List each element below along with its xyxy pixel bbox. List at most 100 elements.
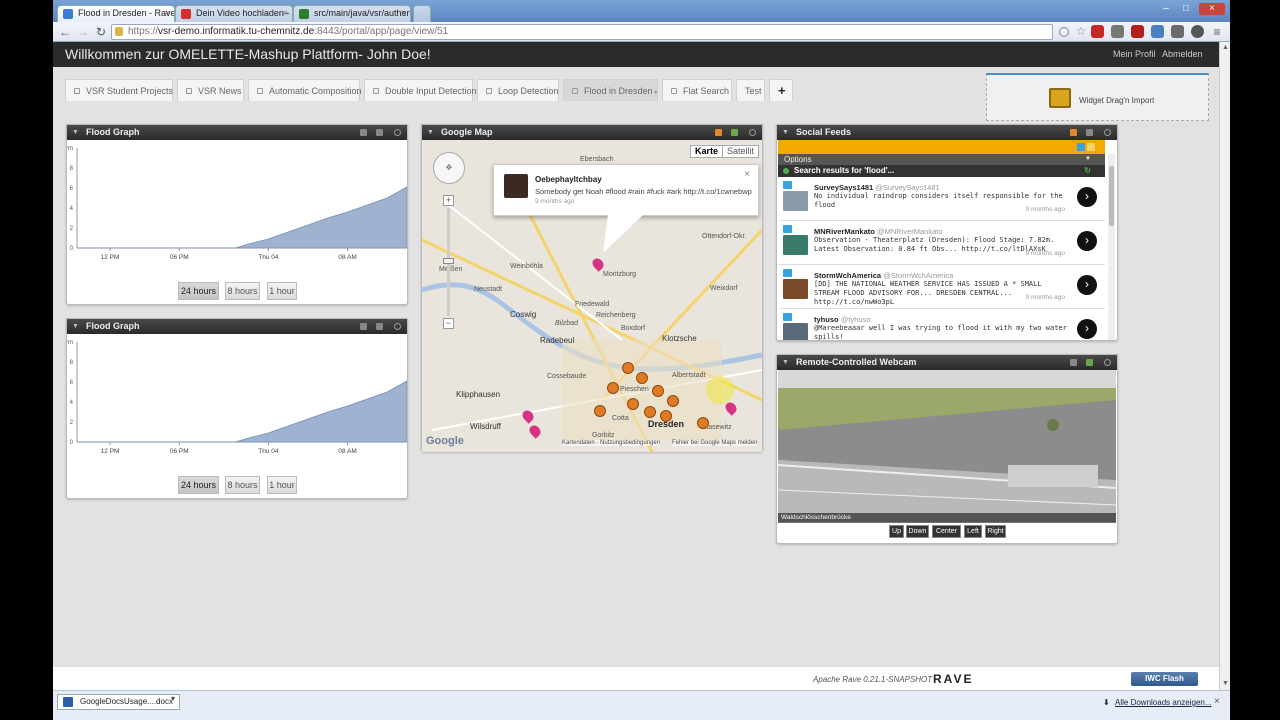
widget-header[interactable]: ▼ Remote-Controlled Webcam (777, 355, 1117, 370)
cam-left-button[interactable]: Left (964, 525, 982, 538)
extension-blue-icon[interactable] (1151, 25, 1164, 38)
range-24-hours-button[interactable]: 24 hours (178, 282, 219, 300)
chevron-down-icon[interactable]: ▼ (72, 125, 79, 140)
download-icon[interactable] (731, 129, 738, 136)
tab-vsr-news[interactable]: VSR News (177, 79, 244, 101)
widget-header[interactable]: ▼ Social Feeds (777, 125, 1117, 140)
bookmark-star-icon[interactable]: ☆ (1073, 23, 1089, 39)
range-8-hours-button[interactable]: 8 hours (225, 282, 260, 300)
extension-red-icon[interactable] (1131, 25, 1144, 38)
twitter-filter-icon[interactable] (1077, 143, 1085, 151)
options-toggle[interactable]: Options ▼ (778, 154, 1105, 165)
pocket-icon[interactable] (1191, 25, 1204, 38)
close-icon[interactable]: × (165, 8, 170, 18)
forward-icon[interactable]: → (75, 24, 91, 40)
search-engine-icon[interactable] (1059, 27, 1069, 37)
settings-icon[interactable] (1104, 129, 1111, 136)
scroll-down-icon[interactable]: ▼ (1222, 680, 1229, 687)
map-type-control[interactable]: Karte Satellit (689, 145, 759, 158)
map-marker-icon[interactable] (660, 410, 672, 422)
map-marker-icon[interactable] (644, 406, 656, 418)
scroll-up-icon[interactable]: ▲ (1222, 44, 1229, 51)
iwc-flash-button[interactable]: IWC Flash (1131, 672, 1198, 686)
settings-icon[interactable] (394, 129, 401, 136)
minimize-icon[interactable]: – (1157, 3, 1175, 15)
feed-scrollbar[interactable] (1108, 154, 1115, 340)
cam-right-button[interactable]: Right (985, 525, 1006, 538)
zoom-out-icon[interactable]: − (443, 318, 454, 329)
rss-filter-icon[interactable] (1087, 143, 1095, 151)
extension-puzzle-icon[interactable] (1111, 25, 1124, 38)
open-feed-button[interactable]: › (1077, 319, 1097, 339)
cam-up-button[interactable]: Up (889, 525, 904, 538)
range-8-hours-button[interactable]: 8 hours (225, 476, 260, 494)
add-tab-button[interactable]: + (769, 79, 793, 101)
page-scrollbar[interactable]: ▲ ▼ (1219, 42, 1230, 690)
zoom-slider-handle[interactable] (443, 258, 454, 264)
range-1-hour-button[interactable]: 1 hour (267, 476, 297, 494)
maximize-icon[interactable]: □ (1177, 3, 1195, 15)
tab-vsr-student-projects[interactable]: VSR Student Projects (65, 79, 173, 101)
tab-double-input-detection[interactable]: Double Input Detection (364, 79, 477, 101)
show-all-downloads-link[interactable]: ⬇ Alle Downloads anzeigen... (1103, 698, 1212, 707)
map-marker-icon[interactable] (594, 405, 606, 417)
tab-test[interactable]: Test (736, 79, 765, 101)
open-feed-button[interactable]: › (1077, 231, 1097, 251)
refresh-icon[interactable]: ↻ (1084, 165, 1091, 177)
zoom-in-icon[interactable]: + (443, 195, 454, 206)
map-marker-icon[interactable] (697, 417, 709, 429)
upload-icon[interactable] (1070, 129, 1077, 136)
open-feed-button[interactable]: › (1077, 275, 1097, 295)
tab-flat-search[interactable]: Flat Search (662, 79, 732, 101)
upload-icon[interactable] (360, 323, 367, 330)
map-marker-icon[interactable] (652, 385, 664, 397)
settings-icon[interactable] (394, 323, 401, 330)
open-feed-button[interactable]: › (1077, 187, 1097, 207)
download-icon[interactable] (376, 129, 383, 136)
download-item[interactable]: GoogleDocsUsage....docx (57, 694, 180, 710)
feed-item[interactable]: SurveySays1481 @SurveySays1481 No indivi… (779, 178, 1105, 221)
download-icon[interactable] (1086, 129, 1093, 136)
report-map-error-link[interactable]: Fehler bei Google Maps melden (672, 440, 758, 446)
widget-header[interactable]: ▼ Google Map (422, 125, 762, 140)
close-icon[interactable]: × (283, 8, 288, 18)
tab-automatic-composition[interactable]: Automatic Composition (248, 79, 362, 101)
feed-item[interactable]: tyhuso @tyhuso @Mareebeaaar well I was t… (779, 310, 1105, 340)
widget-header[interactable]: ▼ Flood Graph (67, 125, 407, 140)
gmail-extension-icon[interactable] (1091, 25, 1104, 38)
settings-icon[interactable] (749, 129, 756, 136)
range-24-hours-button[interactable]: 24 hours (178, 476, 219, 494)
scrollbar-thumb[interactable] (1109, 166, 1114, 226)
map-marker-icon[interactable] (667, 395, 679, 407)
new-tab-button[interactable] (413, 5, 431, 22)
chevron-down-icon[interactable]: ▼ (782, 125, 789, 140)
map-type-satellite-button[interactable]: Satellit (721, 146, 758, 157)
widget-import-dropzone[interactable]: Widget Drag'n Import (986, 73, 1209, 121)
close-icon[interactable]: × (1214, 696, 1220, 707)
map-marker-icon[interactable] (607, 382, 619, 394)
cam-center-button[interactable]: Center (932, 525, 961, 538)
pan-control-icon[interactable]: ✥ (433, 152, 465, 184)
browser-tab-youtube[interactable]: Dein Video hochladen - Y × (175, 5, 293, 22)
download-icon[interactable] (376, 323, 383, 330)
download-icon[interactable] (1086, 359, 1093, 366)
menu-icon[interactable]: ≡ (1209, 24, 1225, 40)
chevron-down-icon[interactable]: ▾ (653, 90, 657, 96)
settings-icon[interactable] (1104, 359, 1111, 366)
tab-loop-detection[interactable]: Loop Detection (477, 79, 559, 101)
browser-tab-source[interactable]: src/main/java/vsr/authen × (293, 5, 411, 22)
browser-tab-flood[interactable]: Flood in Dresden - Rave × (57, 5, 175, 22)
tab-flood-in-dresden[interactable]: Flood in Dresden ▾ (563, 79, 658, 101)
upload-icon[interactable] (715, 129, 722, 136)
upload-icon[interactable] (1070, 359, 1077, 366)
map-marker-icon[interactable] (636, 372, 648, 384)
cam-down-button[interactable]: Down (906, 525, 929, 538)
map-marker-icon[interactable] (622, 362, 634, 374)
map-canvas[interactable]: Ebersbach Weinböhla Moritzburg Meißen Ne… (422, 140, 762, 452)
chevron-down-icon[interactable]: ▼ (782, 355, 789, 370)
chevron-down-icon[interactable]: ▾ (171, 694, 175, 703)
extension-gray-icon[interactable] (1171, 25, 1184, 38)
profile-link[interactable]: Mein Profil (1113, 49, 1156, 59)
close-window-icon[interactable]: × (1199, 3, 1225, 15)
close-icon[interactable]: × (744, 169, 750, 180)
